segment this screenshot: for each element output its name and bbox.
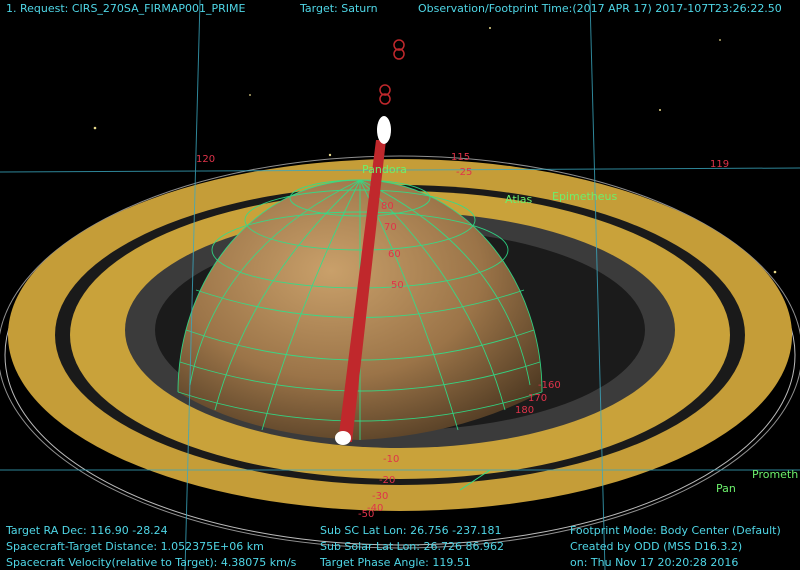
sub-sc-lat-lon: Sub SC Lat Lon: 26.756 -237.181 bbox=[320, 524, 502, 537]
atlas-label: Atlas bbox=[505, 193, 533, 206]
grid-label: 80 bbox=[381, 201, 394, 212]
target-label: Target: Saturn bbox=[300, 2, 378, 15]
grid-label: -30 bbox=[372, 491, 389, 502]
spacecraft-velocity: Spacecraft Velocity(relative to Target):… bbox=[6, 556, 297, 569]
grid-label: 170 bbox=[528, 393, 548, 404]
request-label: 1. Request: CIRS_270SA_FIRMAP001_PRIME bbox=[6, 2, 246, 15]
grid-label: 180 bbox=[515, 405, 535, 416]
sub-solar-lat-lon: Sub Solar Lat Lon: 26.726 86.962 bbox=[320, 540, 504, 553]
epimetheus-label: Epimetheus bbox=[552, 190, 618, 203]
grid-label: 60 bbox=[388, 249, 401, 260]
grid-label: -50 bbox=[358, 509, 375, 520]
grid-label: -10 bbox=[383, 454, 400, 465]
pandora-label: Pandora bbox=[362, 163, 407, 176]
created-by: Created by ODD (MSS D16.3.2) bbox=[570, 540, 743, 553]
footprint-mode: Footprint Mode: Body Center (Default) bbox=[570, 524, 781, 537]
spacecraft-distance: Spacecraft-Target Distance: 1.052375E+06… bbox=[6, 540, 264, 553]
grid-label: 70 bbox=[384, 222, 397, 233]
created-on: on: Thu Nov 17 20:20:28 2016 bbox=[570, 556, 739, 569]
grid-label: -25 bbox=[456, 167, 473, 178]
prometheus-label: Prometh bbox=[752, 468, 799, 481]
target-ra-dec: Target RA Dec: 116.90 -28.24 bbox=[6, 524, 168, 537]
pan-label: Pan bbox=[716, 482, 736, 495]
grid-label: -160 bbox=[538, 380, 561, 391]
grid-label: 115 bbox=[451, 152, 471, 163]
target-phase-angle: Target Phase Angle: 119.51 bbox=[320, 556, 471, 569]
grid-label: 50 bbox=[391, 280, 404, 291]
grid-label: 119 bbox=[710, 159, 730, 170]
grid-label: 120 bbox=[196, 154, 216, 165]
observation-time: Observation/Footprint Time:(2017 APR 17)… bbox=[418, 2, 782, 15]
grid-label: -20 bbox=[379, 475, 396, 486]
